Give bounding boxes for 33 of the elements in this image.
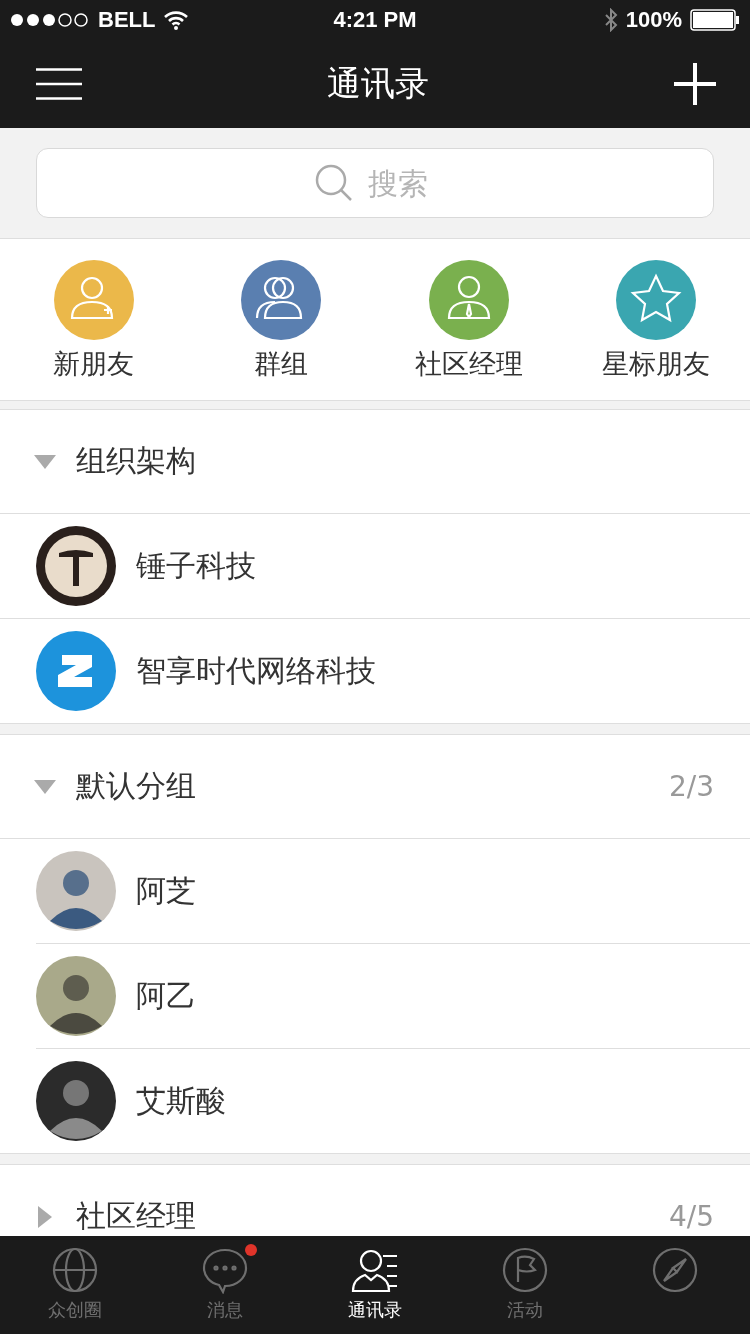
compass-icon xyxy=(651,1246,699,1294)
contact-row[interactable]: 阿乙 xyxy=(36,944,750,1049)
contact-row[interactable]: 智享时代网络科技 xyxy=(0,619,750,723)
shortcut-button[interactable]: 社区经理 xyxy=(375,239,563,400)
search-field[interactable]: 搜索 xyxy=(36,148,714,218)
z-logo-icon xyxy=(36,631,116,711)
chat-bubble-icon xyxy=(201,1246,249,1294)
contact-row[interactable]: 艾斯酸 xyxy=(36,1049,750,1153)
add-button[interactable] xyxy=(674,63,716,105)
tab[interactable]: 消息 xyxy=(150,1236,300,1334)
battery-percent: 100% xyxy=(625,7,682,33)
plus-icon xyxy=(674,63,716,105)
group-header[interactable]: 组织架构 xyxy=(0,410,750,514)
clock-time: 4:21 PM xyxy=(333,7,417,32)
menu-button[interactable] xyxy=(36,68,82,100)
wifi-icon xyxy=(163,10,190,30)
bluetooth-icon xyxy=(603,8,618,32)
carrier-name: BELL xyxy=(98,7,156,33)
shortcut-button[interactable]: 星标朋友 xyxy=(562,239,750,400)
contact-row[interactable]: 阿芝 xyxy=(36,839,750,944)
page-title: 通讯录 xyxy=(327,62,429,105)
shortcut-button[interactable]: 群组 xyxy=(187,239,375,400)
signal-icon xyxy=(10,13,90,27)
shortcut-button[interactable]: 新朋友 xyxy=(0,239,188,400)
menu-icon xyxy=(36,68,82,100)
contact-row[interactable]: 锤子科技 xyxy=(0,514,750,619)
globe-icon xyxy=(51,1246,99,1294)
battery-icon xyxy=(690,9,740,31)
hammer-logo-icon xyxy=(36,526,116,606)
search-icon xyxy=(315,164,353,202)
tab[interactable]: 通讯录 xyxy=(300,1236,450,1334)
flag-icon xyxy=(501,1246,549,1294)
group-header[interactable]: 默认分组 2/3 xyxy=(0,735,750,839)
